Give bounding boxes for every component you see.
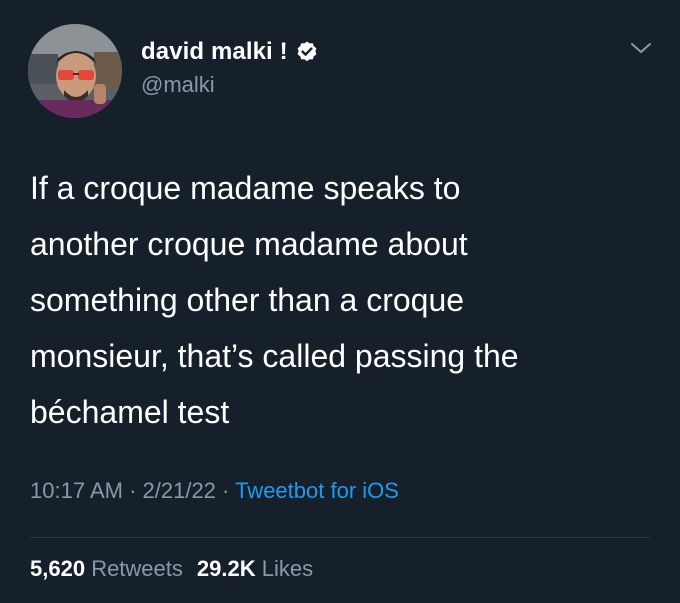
author-block: david malki ! @malki xyxy=(141,36,319,100)
tweet-meta: 10:17 AM · 2/21/22 · Tweetbot for iOS xyxy=(30,478,399,504)
tweet-source-link[interactable]: Tweetbot for iOS xyxy=(235,478,399,503)
retweets-label: Retweets xyxy=(91,556,183,581)
name-row: david malki ! xyxy=(141,36,319,68)
chevron-down-icon[interactable] xyxy=(628,38,654,58)
likes-count: 29.2K xyxy=(196,556,256,581)
tweet-text-line: something other than a croque xyxy=(30,282,465,318)
avatar[interactable] xyxy=(28,24,122,118)
likes-stat[interactable]: 29.2K Likes xyxy=(197,556,313,581)
divider xyxy=(30,537,650,538)
retweets-stat[interactable]: 5,620 Retweets xyxy=(30,556,183,581)
tweet-time[interactable]: 10:17 AM xyxy=(30,478,123,503)
tweet-text: If a croque madame speaks to another cro… xyxy=(30,160,650,440)
display-name[interactable]: david malki ! xyxy=(141,38,288,66)
meta-separator: · xyxy=(122,478,143,503)
retweets-count: 5,620 xyxy=(30,556,86,581)
tweet-text-line: béchamel test xyxy=(30,394,230,430)
avatar-photo xyxy=(28,24,122,118)
tweet-text-line: If a croque madame speaks to xyxy=(30,170,461,206)
tweet-card: david malki ! @malki If a croque madame … xyxy=(0,0,680,603)
tweet-text-line: another croque madame about xyxy=(30,226,468,262)
verified-badge-icon xyxy=(295,40,319,64)
likes-label: Likes xyxy=(261,556,314,581)
tweet-text-line: monsieur, that’s called passing the xyxy=(30,338,519,374)
meta-separator: · xyxy=(215,478,236,503)
tweet-date[interactable]: 2/21/22 xyxy=(143,478,216,503)
tweet-stats: 5,620 Retweets 29.2K Likes xyxy=(30,556,313,582)
user-handle[interactable]: @malki xyxy=(141,72,319,100)
